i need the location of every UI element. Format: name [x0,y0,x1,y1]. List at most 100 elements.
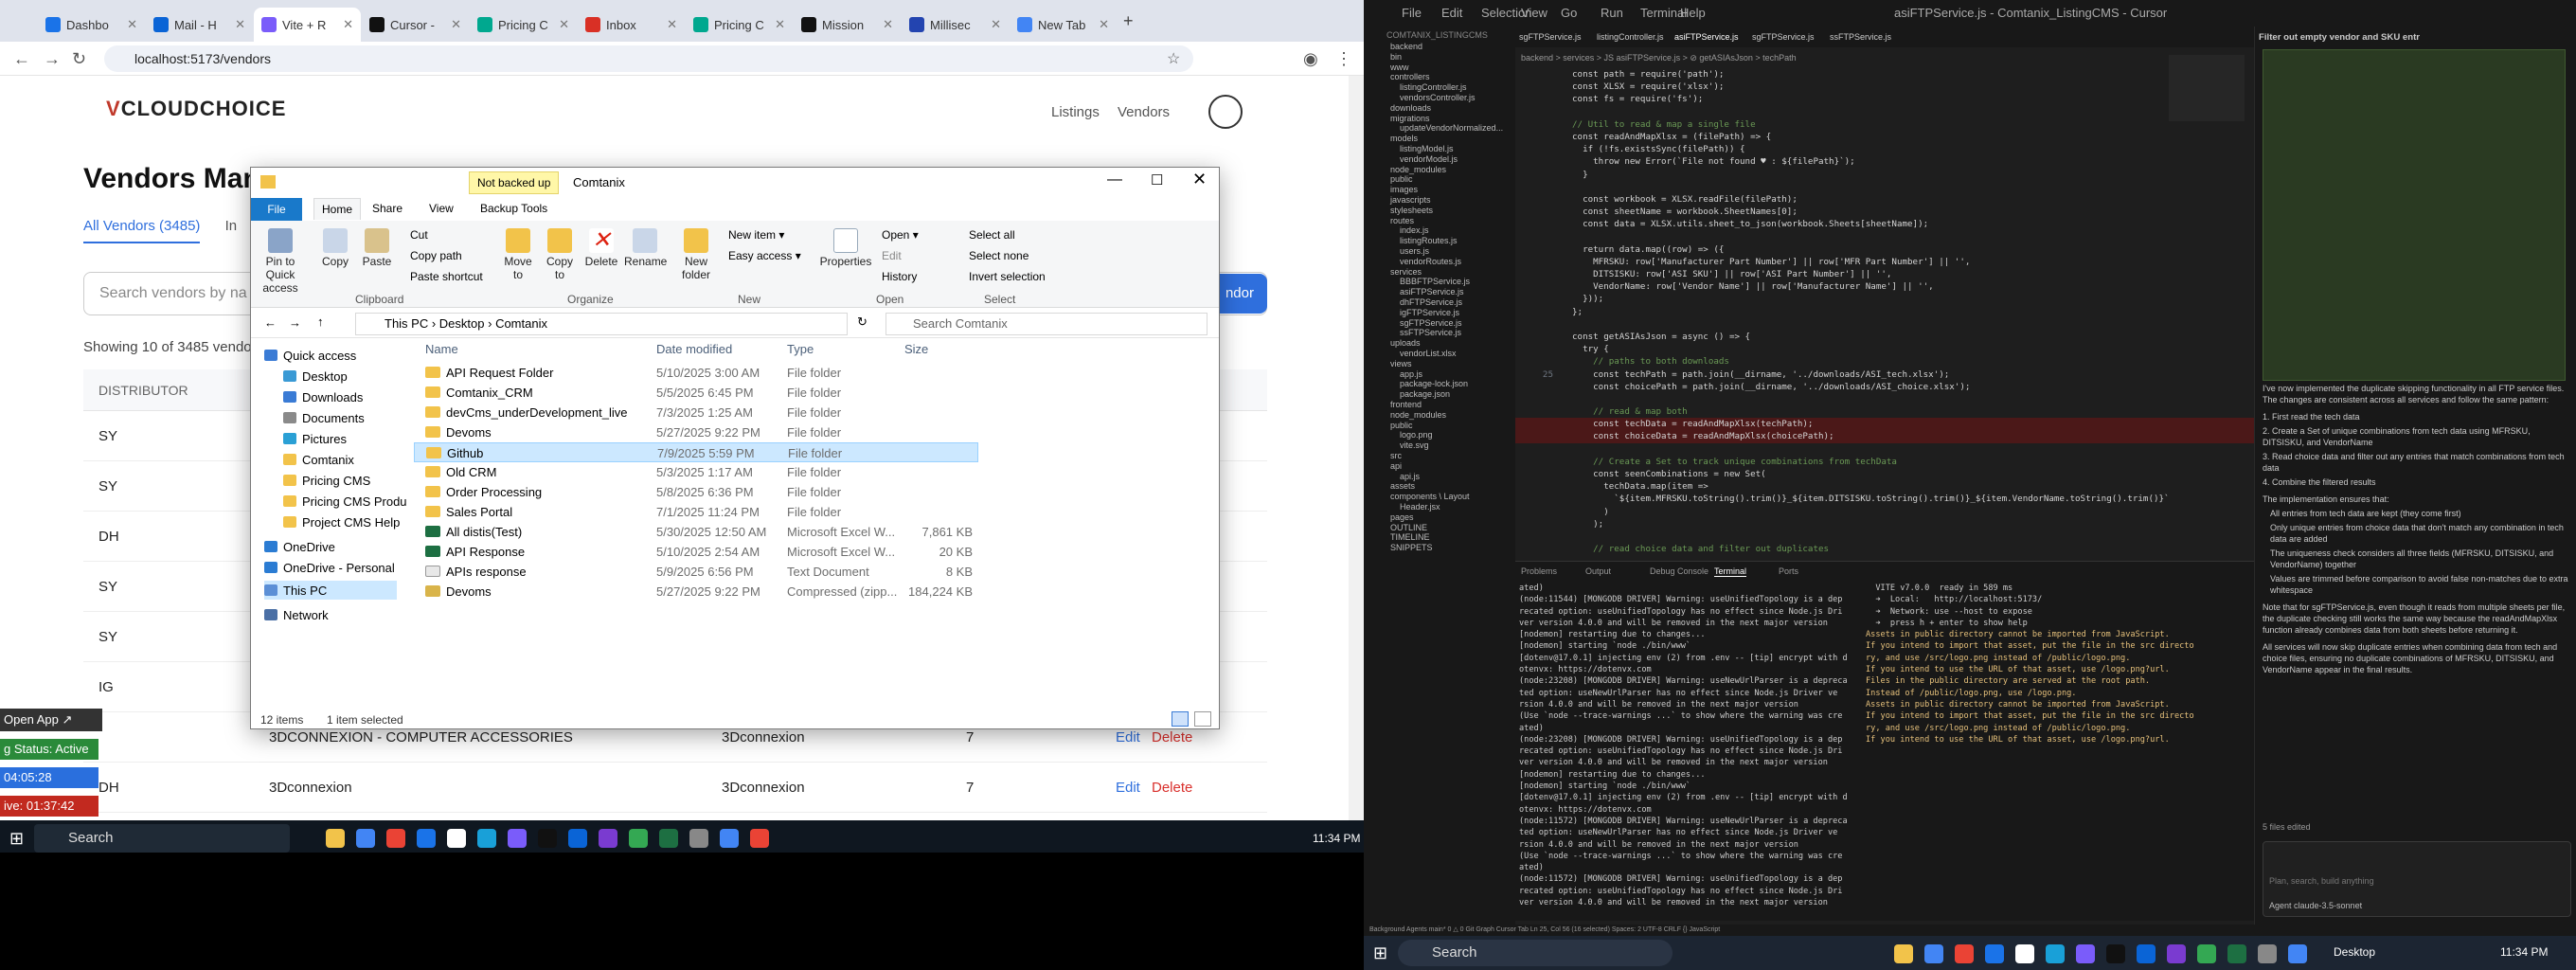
editor-tab[interactable]: sgFTPService.js [1519,32,1582,42]
taskbar-app-icon[interactable] [2046,944,2065,963]
tab-home[interactable]: Home [313,198,362,220]
taskbar-app-icon[interactable] [447,829,466,848]
breadcrumb[interactable]: This PC › Desktop › Comtanix [355,313,848,335]
nav-item[interactable]: OneDrive [264,537,335,556]
sidebar-item[interactable]: logo.png [1400,430,1433,440]
file-row[interactable]: Old CRM 5/3/2025 1:17 AM File folder [414,462,978,482]
sidebar-item[interactable]: vite.svg [1400,440,1429,450]
sidebar-item[interactable]: sgFTPService.js [1400,318,1462,328]
sidebar-item[interactable]: listingModel.js [1400,144,1454,153]
browser-tab[interactable]: Mail - H ✕ [146,8,253,42]
sidebar-item[interactable]: bin [1390,52,1402,62]
rename-button[interactable]: Rename [624,228,667,268]
browser-tab[interactable]: Pricing C ✕ [686,8,793,42]
panel-tab[interactable]: Output [1585,566,1611,576]
sidebar-item[interactable]: app.js [1400,369,1422,379]
nav-item[interactable]: Quick access [264,346,356,365]
sidebar-item[interactable]: components \ Layout [1390,492,1470,501]
files-edited[interactable]: 5 files edited [2263,822,2311,832]
chat-input[interactable]: Plan, search, build anything Agent claud… [2263,841,2571,917]
easy-access-button[interactable]: Easy access ▾ [728,249,801,262]
delete-link[interactable]: Delete [1152,729,1192,745]
select-all-button[interactable]: Select all [969,228,1015,242]
tab-view[interactable]: View [429,202,454,215]
maximize-icon[interactable]: ☐ [1151,171,1163,189]
taskbar-app-icon[interactable] [1985,944,2004,963]
sidebar-item[interactable]: src [1390,451,1402,460]
taskbar-app-icon[interactable] [417,829,436,848]
nav-item[interactable]: Documents [283,408,365,427]
taskbar-app-icon[interactable] [477,829,496,848]
browser-tab[interactable]: Cursor - ✕ [362,8,469,42]
taskbar-app-icon[interactable] [629,829,648,848]
properties-button[interactable]: Properties [819,228,872,268]
open-app-button[interactable]: Open App ↗ [0,709,102,731]
tab-close-icon[interactable]: ✕ [883,17,893,32]
sidebar-item[interactable]: SNIPPETS [1390,543,1433,552]
sidebar-item[interactable]: api [1390,461,1402,471]
col-name[interactable]: Name [425,342,458,356]
new-tab-icon[interactable]: + [1123,11,1134,31]
taskbar-app-icon[interactable] [750,829,769,848]
sidebar-item[interactable]: uploads [1390,338,1421,348]
sidebar-item[interactable]: dhFTPService.js [1400,297,1462,307]
start-icon[interactable]: ⊞ [1373,943,1387,963]
taskbar-app-icon[interactable] [386,829,405,848]
refresh-icon[interactable]: ↻ [857,314,868,330]
taskbar-app-icon[interactable] [1894,944,1913,963]
sidebar-item[interactable]: package.json [1400,389,1450,399]
sidebar-item[interactable]: stylesheets [1390,206,1433,215]
minimap[interactable] [2169,55,2245,121]
edit-button[interactable]: Edit [882,249,902,262]
details-view-icon[interactable] [1172,711,1189,727]
open-button[interactable]: Open ▾ [882,228,919,242]
back-icon[interactable]: ← [13,49,30,69]
sidebar-item[interactable]: listingRoutes.js [1400,236,1458,245]
file-row[interactable]: API Request Folder 5/10/2025 3:00 AM File … [414,363,978,383]
new-folder-button[interactable]: New folder [677,228,715,281]
explorer-search-input[interactable]: Search Comtanix [886,313,1208,335]
sidebar-item[interactable]: igFTPService.js [1400,308,1459,317]
sidebar-item[interactable]: vendorsController.js [1400,93,1476,102]
profile-icon[interactable]: ◉ [1303,49,1318,69]
new-item-button[interactable]: New item ▾ [728,228,784,242]
tab-close-icon[interactable]: ✕ [775,17,785,32]
code-lines[interactable]: const path = require('path'); const XLSX … [1515,68,2254,555]
taskbar-app-icon[interactable] [356,829,375,848]
sidebar-item[interactable]: users.js [1400,246,1429,256]
col-date[interactable]: Date modified [656,342,732,356]
taskbar-app-icon[interactable] [2167,944,2186,963]
sidebar-item[interactable]: OUTLINE [1390,523,1427,532]
taskbar-app-icon[interactable] [2227,944,2246,963]
cut-button[interactable]: Cut [410,228,428,242]
panel-tab[interactable]: Terminal [1714,566,1747,577]
start-icon[interactable]: ⊞ [9,829,24,849]
sidebar-item[interactable]: backend [1390,42,1422,51]
back-icon[interactable]: ← [264,315,277,330]
browser-tab[interactable]: Dashbo ✕ [38,8,145,42]
sidebar-item[interactable]: package-lock.json [1400,379,1468,388]
paste-shortcut-button[interactable]: Paste shortcut [410,270,483,283]
file-row[interactable]: All distis(Test) 5/30/2025 12:50 AM Micros… [414,522,978,542]
not-backed-up-badge[interactable]: Not backed up [469,171,560,194]
sidebar-item[interactable]: vendorModel.js [1400,154,1458,164]
page-scrollbar[interactable] [1349,76,1364,853]
editor-tab[interactable]: ssFTPService.js [1830,32,1891,42]
tab-inactive[interactable]: In [225,218,238,234]
sidebar-item[interactable]: updateVendorNormalized... [1400,123,1503,133]
sidebar-item[interactable]: downloads [1390,103,1431,113]
sidebar-item[interactable]: vendorRoutes.js [1400,257,1461,266]
bookmark-star-icon[interactable]: ☆ [1167,49,1180,68]
sidebar-item[interactable]: ssFTPService.js [1400,328,1461,337]
menu-item[interactable]: Run [1601,6,1623,20]
sidebar-item[interactable]: routes [1390,216,1414,225]
terminal-backend[interactable]: ated) (node:11544) [MONGODB DRIVER] Warni… [1519,583,1860,908]
sidebar-item[interactable]: images [1390,185,1418,194]
browser-tab[interactable]: Pricing C ✕ [470,8,577,42]
sidebar-item[interactable]: www [1390,63,1409,72]
desktop-label[interactable]: Desktop [2334,945,2375,959]
editor-tab[interactable]: asiFTPService.js [1674,32,1739,42]
nav-item[interactable]: Desktop [283,367,348,386]
edit-link[interactable]: Edit [1116,780,1140,796]
taskbar-app-icon[interactable] [689,829,708,848]
